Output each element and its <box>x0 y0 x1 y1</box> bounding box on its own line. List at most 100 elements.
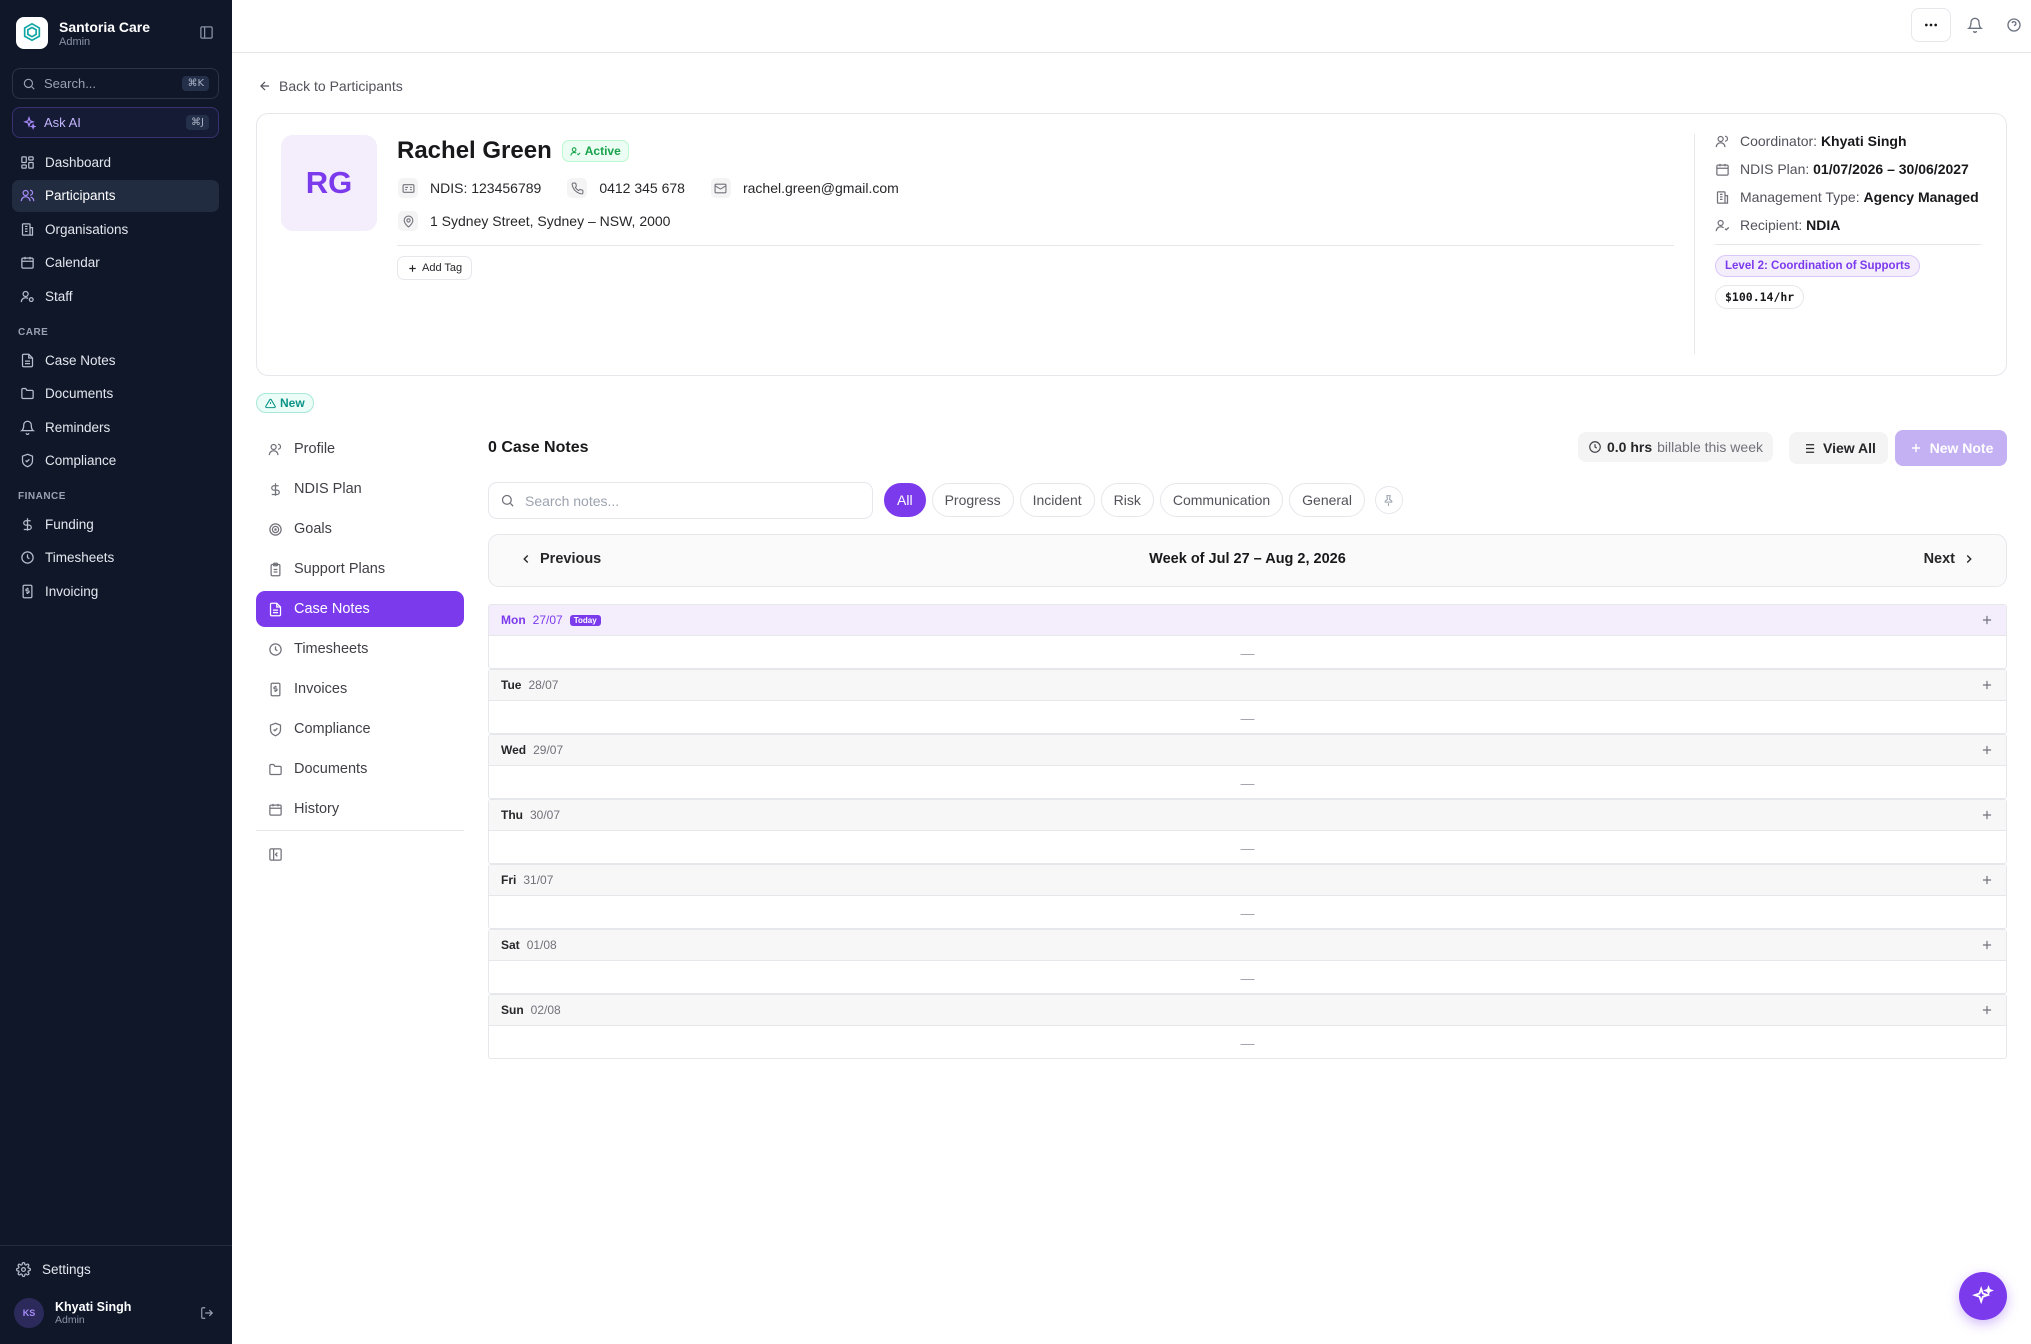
help-circle-icon[interactable] <box>2006 17 2022 33</box>
management-type-row: Management Type: Agency Managed <box>1715 188 1985 207</box>
sidebar-item-compliance[interactable]: Compliance <box>12 445 219 477</box>
sidebar-item-organisations[interactable]: Organisations <box>12 213 219 245</box>
users-icon <box>20 188 35 203</box>
user-profile[interactable]: KS Khyati Singh Admin <box>14 1298 214 1328</box>
receipt-icon <box>20 584 35 599</box>
new-note-button[interactable]: New Note <box>1895 430 2007 466</box>
email-address[interactable]: rachel.green@gmail.com <box>710 178 899 198</box>
new-badge: New <box>256 393 314 413</box>
add-note-plus-icon[interactable] <box>1980 1003 1994 1017</box>
support-level-badge: Level 2: Coordination of Supports <box>1715 255 1921 277</box>
day-row-thu: Thu 30/07 — <box>488 799 2007 864</box>
add-note-plus-icon[interactable] <box>1980 613 1994 627</box>
day-empty-marker: — <box>1240 644 1255 661</box>
brand[interactable]: Santoria Care Admin <box>16 17 150 49</box>
day-empty-marker: — <box>1240 709 1255 726</box>
add-note-plus-icon[interactable] <box>1980 743 1994 757</box>
phone-number[interactable]: 0412 345 678 <box>567 178 685 198</box>
day-name: Mon <box>501 613 526 627</box>
day-header: Wed 29/07 <box>489 735 2006 766</box>
filter-all[interactable]: All <box>884 483 926 517</box>
sidebar-item-label: Invoicing <box>45 583 99 599</box>
tab-case-notes[interactable]: Case Notes <box>256 591 464 627</box>
sidebar-item-calendar[interactable]: Calendar <box>12 247 219 279</box>
day-name: Sun <box>501 1003 524 1017</box>
file-text-icon <box>268 602 283 617</box>
sidebar-item-label: Reminders <box>45 419 111 435</box>
tab-history[interactable]: History <box>256 791 464 827</box>
sidebar-item-case-notes[interactable]: Case Notes <box>12 344 219 376</box>
add-tag-button[interactable]: Add Tag <box>397 256 473 280</box>
sidebar-item-funding[interactable]: Funding <box>12 508 219 540</box>
back-to-participants-link[interactable]: Back to Participants <box>258 78 403 94</box>
sidebar-item-reminders[interactable]: Reminders <box>12 411 219 443</box>
logout-icon[interactable] <box>200 1306 214 1320</box>
tab-ndis-plan[interactable]: NDIS Plan <box>256 471 464 507</box>
tab-profile[interactable]: Profile <box>256 431 464 467</box>
sidebar-item-timesheets[interactable]: Timesheets <box>12 542 219 574</box>
add-note-plus-icon[interactable] <box>1980 938 1994 952</box>
day-name: Tue <box>501 678 522 692</box>
plus-icon <box>407 263 418 274</box>
ask-ai-button[interactable]: Ask AI ⌘J <box>12 107 219 138</box>
calendar-icon <box>1715 160 1730 179</box>
sidebar-item-label: Documents <box>45 386 114 401</box>
ai-assistant-fab[interactable] <box>1959 1272 2007 1320</box>
view-all-button[interactable]: View All <box>1789 432 1888 464</box>
sidebar-item-settings[interactable]: Settings <box>16 1262 91 1277</box>
tab-compliance[interactable]: Compliance <box>256 711 464 747</box>
sidebar-search[interactable]: Search... ⌘K <box>12 68 219 99</box>
add-note-plus-icon[interactable] <box>1980 678 1994 692</box>
next-label: Next <box>1923 551 1955 567</box>
clock-icon <box>1588 440 1602 454</box>
main-nav: Dashboard Participants Organisations Cal… <box>12 146 219 314</box>
add-note-plus-icon[interactable] <box>1980 808 1994 822</box>
day-empty-marker: — <box>1240 839 1255 856</box>
address-value: 1 Sydney Street, Sydney – NSW, 2000 <box>430 213 671 229</box>
notes-search-placeholder: Search notes... <box>525 492 620 509</box>
ndis-plan-row: NDIS Plan: 01/07/2026 – 30/06/2027 <box>1715 160 1985 179</box>
notes-search-input[interactable]: Search notes... <box>488 482 873 519</box>
settings-label: Settings <box>42 1262 91 1277</box>
notifications-bell-icon[interactable] <box>1967 17 1983 33</box>
panel-collapse-icon[interactable] <box>268 847 283 862</box>
previous-label: Previous <box>540 551 602 567</box>
filter-incident[interactable]: Incident <box>1019 483 1095 517</box>
ndis-number: NDIS: 123456789 <box>398 178 541 198</box>
tab-documents[interactable]: Documents <box>256 751 464 787</box>
tab-support-plans[interactable]: Support Plans <box>256 551 464 587</box>
folder-icon <box>268 762 283 777</box>
pin-filter-button[interactable] <box>1374 486 1403 514</box>
participant-avatar: RG <box>281 135 377 231</box>
tab-timesheets[interactable]: Timesheets <box>256 631 464 667</box>
sidebar-item-participants[interactable]: Participants <box>12 179 219 212</box>
sidebar-item-label: Dashboard <box>45 154 112 170</box>
day-date: 27/07 <box>532 613 563 627</box>
next-week-button[interactable]: Next <box>1924 551 1976 567</box>
more-options-button[interactable] <box>1911 8 1951 42</box>
sidebar-item-invoicing[interactable]: Invoicing <box>12 575 219 607</box>
day-name: Fri <box>501 873 517 887</box>
filter-progress[interactable]: Progress <box>931 483 1014 517</box>
previous-week-button[interactable]: Previous <box>519 551 601 567</box>
sidebar-item-staff[interactable]: Staff <box>12 280 219 312</box>
care-nav: Case Notes Documents Reminders Complianc… <box>12 344 219 478</box>
org-name: Santoria Care <box>59 18 151 35</box>
filter-general[interactable]: General <box>1289 483 1365 517</box>
day-name: Wed <box>501 743 527 757</box>
filter-communication[interactable]: Communication <box>1159 483 1284 517</box>
santoria-logo-icon <box>16 17 48 49</box>
sidebar-item-documents[interactable]: Documents <box>12 378 219 410</box>
tab-goals[interactable]: Goals <box>256 511 464 547</box>
today-badge: Today <box>569 614 601 626</box>
add-note-plus-icon[interactable] <box>1980 873 1994 887</box>
chevron-right-icon <box>1962 552 1976 566</box>
user-role: Admin <box>55 1314 85 1326</box>
tab-invoices[interactable]: Invoices <box>256 671 464 707</box>
filter-risk[interactable]: Risk <box>1100 483 1154 517</box>
sidebar-collapse-icon[interactable] <box>199 25 214 40</box>
billable-hours-badge: 0.0 hrs billable this week <box>1578 432 1773 462</box>
sidebar-item-dashboard[interactable]: Dashboard <box>12 146 219 178</box>
calendar-icon <box>20 255 35 270</box>
participant-name: Rachel Green <box>397 137 552 164</box>
